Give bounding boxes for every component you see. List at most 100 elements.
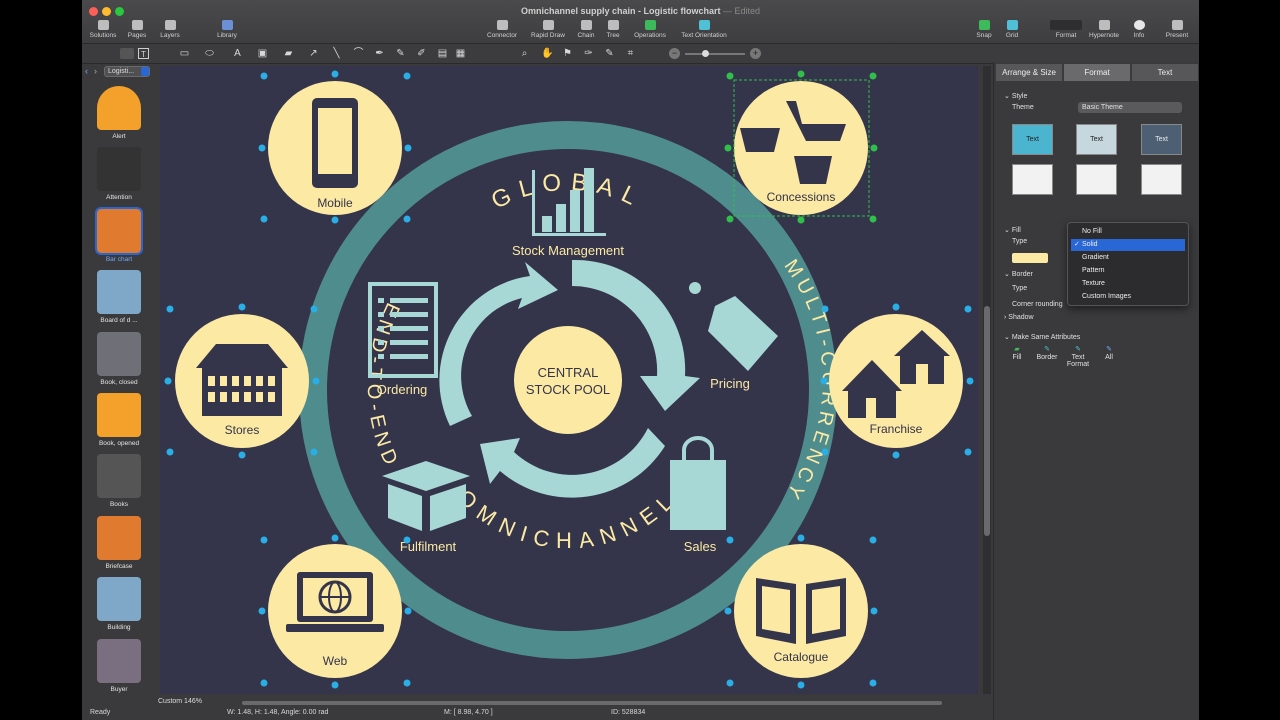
operations-button[interactable]: Operations xyxy=(629,20,671,39)
fill-type-dropdown[interactable]: No Fill ✓ Solid Gradient Pattern Texture Custo… xyxy=(1067,222,1189,306)
border-section-header[interactable]: ⌄ Border xyxy=(1004,270,1033,278)
tab-format[interactable]: Format xyxy=(1064,64,1130,81)
zoom-in-icon[interactable]: + xyxy=(750,48,761,59)
board-meeting-icon xyxy=(97,270,141,315)
table-tool-icon[interactable]: ▦ xyxy=(455,48,466,59)
zoom-level[interactable]: Custom 146% xyxy=(158,698,202,705)
hypernote-button[interactable]: Hypernote xyxy=(1086,20,1122,39)
connector-button[interactable]: Connector xyxy=(482,20,522,39)
fill-option[interactable]: Gradient xyxy=(1071,252,1185,264)
make-same-text-format[interactable]: ✎ Text Format xyxy=(1066,345,1090,368)
make-same-all[interactable]: ✎ All xyxy=(1102,345,1116,361)
make-same-header[interactable]: ⌄ Make Same Attributes xyxy=(1004,333,1080,341)
node-concessions[interactable]: Concessions xyxy=(734,81,868,215)
line-swatch-3[interactable] xyxy=(1141,164,1182,195)
node-franchise[interactable]: Franchise xyxy=(829,314,963,448)
arc-tool-icon[interactable]: ⌒ xyxy=(353,48,364,59)
tab-arrange-size[interactable]: Arrange & Size xyxy=(996,64,1062,81)
snap-button[interactable]: Snap xyxy=(971,20,997,39)
fill-option[interactable]: Texture xyxy=(1071,278,1185,290)
ellipse-tool-icon[interactable]: ⬭ xyxy=(204,48,215,59)
format-button[interactable]: Format xyxy=(1046,20,1086,39)
library-item[interactable]: Book, closed xyxy=(82,331,156,386)
arrow-tool-icon[interactable]: ↗ xyxy=(308,48,319,59)
svg-text:Web: Web xyxy=(323,654,348,668)
freehand-tool-icon[interactable]: ✐ xyxy=(416,48,427,59)
style-section-header[interactable]: ⌄ Style xyxy=(1004,92,1027,100)
theme-select[interactable]: Basic Theme xyxy=(1078,102,1182,113)
tab-text[interactable]: Text xyxy=(1132,64,1198,81)
library-item[interactable]: Board of d ... xyxy=(82,270,156,324)
style-swatch-2[interactable]: Text xyxy=(1076,124,1117,155)
pages-button[interactable]: Pages xyxy=(122,20,152,39)
fill-option[interactable]: Custom Images xyxy=(1071,291,1185,303)
node-web[interactable]: Web xyxy=(268,544,402,678)
fill-section-header[interactable]: ⌄ Fill xyxy=(1004,226,1021,234)
zoom-slider-thumb[interactable] xyxy=(702,50,709,57)
fill-option[interactable]: No Fill xyxy=(1071,226,1185,238)
zoom-out-icon[interactable]: − xyxy=(669,48,680,59)
hand-tool-icon[interactable]: ✋ xyxy=(541,48,553,59)
eyedropper-tool-icon[interactable]: ✑ xyxy=(583,48,594,59)
window-title: Omnichannel supply chain - Logistic flow… xyxy=(520,6,761,16)
vertical-scrollbar[interactable] xyxy=(983,66,991,694)
library-item[interactable]: Briefcase xyxy=(82,515,156,570)
line-tool-icon[interactable]: ╲ xyxy=(331,48,342,59)
text-orientation-button[interactable]: Text Orientation xyxy=(674,20,734,39)
node-catalogue[interactable]: Catalogue xyxy=(734,544,868,678)
present-button[interactable]: Present xyxy=(1160,20,1194,39)
library-item[interactable]: Attention xyxy=(82,147,156,201)
rectangle-tool-icon[interactable]: ▭ xyxy=(179,48,190,59)
chart-tool-icon[interactable]: ▤ xyxy=(437,48,448,59)
library-item[interactable]: Building xyxy=(82,577,156,631)
node-stores[interactable]: Stores xyxy=(175,314,309,448)
format-painter-icon[interactable]: ✎ xyxy=(604,48,615,59)
bezier-tool-icon[interactable]: ✎ xyxy=(395,48,406,59)
library-item[interactable]: Books xyxy=(82,454,156,508)
zoom-tool-icon[interactable]: ⌕ xyxy=(519,48,530,59)
fill-color-well[interactable] xyxy=(1012,253,1048,263)
fill-option[interactable]: ✓ Solid xyxy=(1071,239,1185,251)
text-label-tool-icon[interactable]: A xyxy=(232,48,243,59)
library-selector[interactable]: Logisti... xyxy=(104,66,150,77)
shadow-section-header[interactable]: › Shadow xyxy=(1004,314,1034,321)
pen-tool-icon[interactable]: ✒ xyxy=(374,48,385,59)
tree-button[interactable]: Tree xyxy=(601,20,625,39)
books-icon xyxy=(97,454,141,499)
solutions-button[interactable]: Solutions xyxy=(87,20,119,39)
library-item[interactable]: Bar chart xyxy=(82,206,156,263)
make-same-border[interactable]: ✎ Border xyxy=(1036,345,1058,361)
library-item[interactable]: Alert xyxy=(82,86,156,140)
pointer-tool-icon[interactable] xyxy=(120,48,134,59)
app-window: Omnichannel supply chain - Logistic flow… xyxy=(82,0,1199,720)
rapid-draw-button[interactable]: Rapid Draw xyxy=(528,20,568,39)
text-tool-icon[interactable]: T xyxy=(138,48,149,59)
back-icon[interactable]: ‹ xyxy=(85,66,88,76)
line-swatch-1[interactable] xyxy=(1012,164,1053,195)
node-mobile[interactable]: Mobile xyxy=(268,81,402,215)
style-swatch-3[interactable]: Text xyxy=(1141,124,1182,155)
grid-button[interactable]: Grid xyxy=(999,20,1025,39)
callout-tool-icon[interactable]: ▰ xyxy=(283,48,294,59)
fill-option[interactable]: Pattern xyxy=(1071,265,1185,277)
layers-button[interactable]: Layers xyxy=(155,20,185,39)
info-button[interactable]: Info xyxy=(1126,20,1152,39)
pages-icon xyxy=(131,20,143,30)
library-item[interactable]: Buyer xyxy=(82,638,156,693)
library-item[interactable]: Book, opened xyxy=(82,393,156,447)
style-swatch-1[interactable]: Text xyxy=(1012,124,1053,155)
chain-button[interactable]: Chain xyxy=(572,20,600,39)
text-box-tool-icon[interactable]: ▣ xyxy=(257,48,268,59)
library-button[interactable]: Library xyxy=(212,20,242,39)
crop-tool-icon[interactable]: ⌗ xyxy=(625,48,636,59)
central-stock-pool[interactable] xyxy=(514,326,622,434)
canvas-area[interactable]: GLOBAL OMNICHANNEL END-TO-END MULTI-CURR… xyxy=(160,66,978,694)
forward-icon[interactable]: › xyxy=(94,66,97,76)
stamp-tool-icon[interactable]: ⚑ xyxy=(562,48,573,59)
horizontal-scrollbar[interactable] xyxy=(242,701,942,705)
zoom-slider[interactable] xyxy=(685,53,745,55)
library-item-label: Briefcase xyxy=(105,562,133,570)
line-swatch-2[interactable] xyxy=(1076,164,1117,195)
book-closed-icon xyxy=(97,331,141,376)
make-same-fill[interactable]: ▰ Fill xyxy=(1008,345,1026,361)
